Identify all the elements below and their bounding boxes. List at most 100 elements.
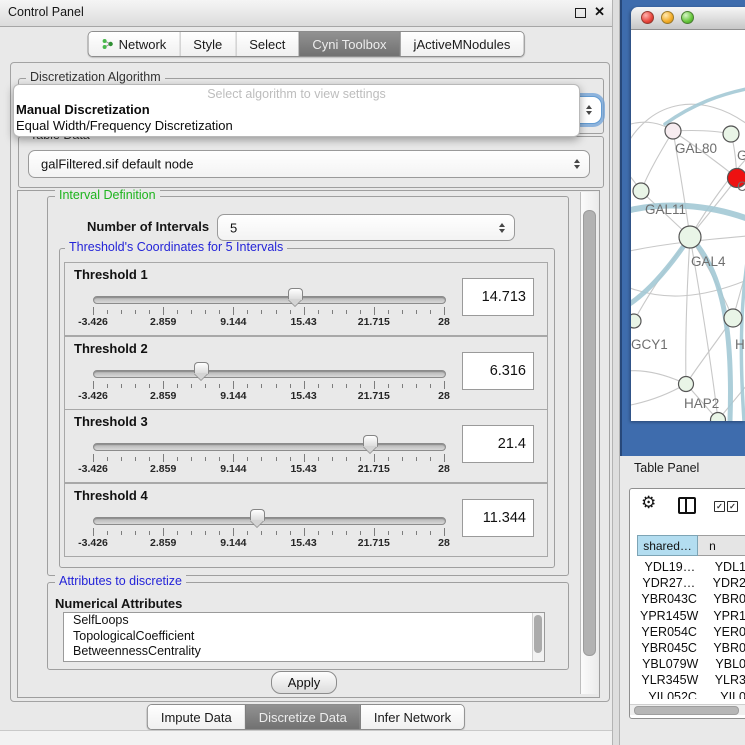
algorithm-option-equal-width-frequency-discretization[interactable]: Equal Width/Frequency Discretization xyxy=(14,118,579,134)
column-header-n[interactable]: n xyxy=(698,535,745,556)
threshold-slider-track[interactable] xyxy=(93,370,446,378)
table-cell[interactable]: YBL0 xyxy=(710,656,745,672)
vertical-scrollbar[interactable] xyxy=(580,192,598,694)
threshold-slider-handle[interactable] xyxy=(250,509,265,527)
tab-label: jActiveMNodules xyxy=(414,37,511,52)
threshold-slider-handle[interactable] xyxy=(194,362,209,380)
threshold-value-field[interactable]: 11.344 xyxy=(462,499,534,537)
node-label-ga: GA xyxy=(737,148,745,163)
tab-label: Discretize Data xyxy=(259,710,347,725)
table-row[interactable]: YIL052CYIL0 xyxy=(630,689,745,700)
threshold-value-field[interactable]: 21.4 xyxy=(462,425,534,463)
threshold-slider-track[interactable] xyxy=(93,443,446,451)
table-cell[interactable]: YDR27… xyxy=(630,575,708,591)
table-cell[interactable]: YLR345W xyxy=(630,672,710,688)
tab-label: Style xyxy=(193,37,222,52)
table-cell[interactable]: YBR0 xyxy=(708,591,745,607)
tab-cyni-toolbox[interactable]: Cyni Toolbox xyxy=(298,32,399,56)
table-row[interactable]: YER054CYER0 xyxy=(630,624,745,640)
list-scrollbar-thumb[interactable] xyxy=(534,615,542,653)
table-cell[interactable]: YBR045C xyxy=(630,640,708,656)
table-data-combobox[interactable]: galFiltered.sif default node xyxy=(28,150,590,178)
combo-arrows-icon xyxy=(574,159,580,169)
network-node-5[interactable] xyxy=(679,226,701,248)
algorithm-option-manual-discretization[interactable]: Manual Discretization xyxy=(14,102,579,118)
threshold-value-field[interactable]: 14.713 xyxy=(462,278,534,316)
columns-icon[interactable] xyxy=(678,497,696,514)
table-row[interactable]: YPR145WYPR1 xyxy=(630,608,745,624)
table-cell[interactable]: YDR2 xyxy=(708,575,745,591)
horizontal-scrollbar[interactable] xyxy=(630,704,745,715)
table-row[interactable]: YDL19…YDL1 xyxy=(630,559,745,575)
attributes-listbox[interactable]: SelfLoopsTopologicalCoefficientBetweenne… xyxy=(63,612,545,662)
table-cell[interactable]: YDL1 xyxy=(710,559,745,575)
node-label-gcy1: GCY1 xyxy=(631,337,668,352)
table-cell[interactable]: YIL052C xyxy=(630,689,715,700)
slider-tick-labels: -3.4262.8599.14415.4321.71528 xyxy=(93,390,444,403)
table-cell[interactable]: YBL079W xyxy=(630,656,710,672)
node-label-ha: HA xyxy=(735,337,745,352)
bottom-tab-bar: Impute Data Discretize Data Infer Network xyxy=(147,704,465,730)
table-cell[interactable]: YER0 xyxy=(708,624,745,640)
attribute-item-selfloops[interactable]: SelfLoops xyxy=(64,613,544,629)
tab-label: Select xyxy=(249,37,285,52)
threshold-label: Threshold 3 xyxy=(74,414,148,429)
network-node-2[interactable] xyxy=(723,126,739,142)
network-node-6[interactable] xyxy=(631,314,641,328)
table-cell[interactable]: YPR145W xyxy=(630,608,708,624)
network-node-7[interactable] xyxy=(724,309,742,327)
slider-ticks xyxy=(93,528,444,536)
network-node-1[interactable] xyxy=(665,123,681,139)
table-cell[interactable]: YDL19… xyxy=(630,559,710,575)
column-header-shared[interactable]: shared… xyxy=(637,535,698,556)
hscrollbar-thumb[interactable] xyxy=(634,706,739,715)
tab-discretize-data[interactable]: Discretize Data xyxy=(245,705,360,729)
node-label-gal80: GAL80 xyxy=(675,141,717,156)
tab-style[interactable]: Style xyxy=(179,32,235,56)
attribute-item-topologicalcoefficient[interactable]: TopologicalCoefficient xyxy=(64,629,544,645)
table-cell[interactable]: YPR1 xyxy=(708,608,745,624)
network-canvas[interactable]: GAL80GACGAL11GAL4GCY1HAHAP2 xyxy=(631,30,745,421)
table-cell[interactable]: YIL0 xyxy=(715,689,745,700)
tab-impute-data[interactable]: Impute Data xyxy=(148,705,245,729)
panel-divider[interactable] xyxy=(612,0,620,745)
table-cell[interactable]: YLR3 xyxy=(710,672,745,688)
apply-button[interactable]: Apply xyxy=(271,671,337,694)
list-scrollbar[interactable] xyxy=(532,613,544,661)
zoom-button[interactable] xyxy=(681,11,694,24)
number-of-intervals-combobox[interactable]: 5 xyxy=(217,214,515,241)
network-icon xyxy=(102,38,114,50)
checkbox-icon[interactable]: ✓ xyxy=(727,501,738,512)
tab-infer-network[interactable]: Infer Network xyxy=(360,705,464,729)
top-tab-bar: Network Style Select Cyni Toolbox jActiveMNo… xyxy=(88,31,525,57)
table-row[interactable]: YLR345WYLR3 xyxy=(630,672,745,688)
threshold-slider-track[interactable] xyxy=(93,517,446,525)
threshold-label: Threshold 4 xyxy=(74,488,148,503)
tab-select[interactable]: Select xyxy=(235,32,298,56)
float-window-icon[interactable] xyxy=(575,8,586,18)
close-icon[interactable]: ✕ xyxy=(594,4,605,20)
threshold-slider-handle[interactable] xyxy=(288,288,303,306)
scrollbar-thumb[interactable] xyxy=(583,210,596,656)
threshold-value-field[interactable]: 6.316 xyxy=(462,352,534,390)
tab-jactivemnodules[interactable]: jActiveMNodules xyxy=(400,32,524,56)
gear-icon[interactable]: ⚙ xyxy=(641,493,656,513)
table-row[interactable]: YBR043CYBR0 xyxy=(630,591,745,607)
attribute-item-betweennesscentrality[interactable]: BetweennessCentrality xyxy=(64,644,544,660)
network-node-4[interactable] xyxy=(633,183,649,199)
threshold-label: Threshold 2 xyxy=(74,341,148,356)
threshold-slider-handle[interactable] xyxy=(363,435,378,453)
network-window-titlebar xyxy=(631,7,745,30)
checkbox-icon[interactable]: ✓ xyxy=(714,501,725,512)
table-row[interactable]: YDR27…YDR2 xyxy=(630,575,745,591)
table-row[interactable]: YBL079WYBL0 xyxy=(630,656,745,672)
threshold-slider-track[interactable] xyxy=(93,296,446,304)
table-row[interactable]: YBR045CYBR0 xyxy=(630,640,745,656)
network-node-8[interactable] xyxy=(679,377,694,392)
table-cell[interactable]: YBR043C xyxy=(630,591,708,607)
table-cell[interactable]: YER054C xyxy=(630,624,708,640)
close-button[interactable] xyxy=(641,11,654,24)
table-cell[interactable]: YBR0 xyxy=(708,640,745,656)
minimize-button[interactable] xyxy=(661,11,674,24)
tab-network[interactable]: Network xyxy=(89,32,180,56)
